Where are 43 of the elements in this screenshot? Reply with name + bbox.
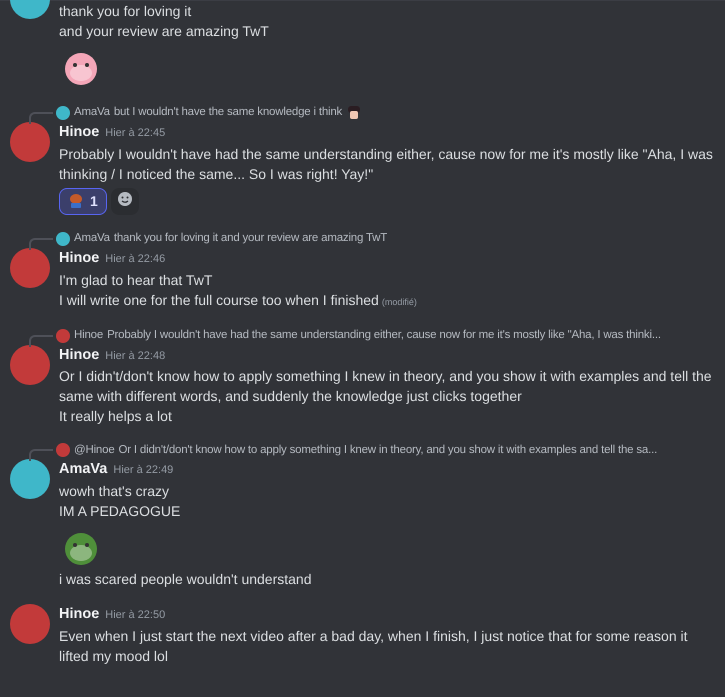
edited-label: (modifié) [382,296,417,306]
reply-author[interactable]: AmaVa [74,230,110,248]
username[interactable]: Hinoe [59,122,100,144]
reply-preview[interactable]: Or I didn't/don't know how to apply something I knew in theory, and you show it with examples and tell the sa... [118,442,658,459]
timestamp: Hier à 22:50 [105,608,166,623]
timestamp: Hier à 22:48 [105,348,166,364]
avatar-circle [56,328,70,342]
username[interactable]: Hinoe [59,604,100,626]
message-text: It really helps a lot [59,408,172,424]
reply-author[interactable]: @Hinoe [74,442,115,459]
message-text: and your review are amazing TwT [59,23,269,39]
username[interactable]: AmaVa [59,459,108,481]
message-text: Or I didn't/don't know how to apply something I knew in theory, and you show it with examples and tell the same with different words, and suddenly the knowledge just clicks together [59,368,712,404]
message-text: thank you for loving it [59,3,192,19]
avatar-circle [56,443,70,458]
emoji-icon [346,105,362,121]
reply-preview[interactable]: Probably I wouldn't have had the same understanding either, cause now for me it's mostly like "Aha, I was thinki... [107,326,661,344]
username[interactable]: Hinoe [59,344,100,366]
reply-author[interactable]: AmaVa [74,104,110,122]
reply-author[interactable]: Hinoe [74,326,104,344]
avatar-circle[interactable] [10,604,50,644]
reply-preview[interactable]: thank you for loving it and your review are amazing TwT [114,230,388,248]
avatar-circle [56,106,70,120]
avatar-circle[interactable] [10,344,50,384]
avatar-circle[interactable] [10,122,50,162]
message-text: IM A PEDAGOGUE [59,503,180,519]
timestamp: Hier à 22:46 [105,252,166,267]
username[interactable]: Hinoe [59,248,100,270]
message-text: i was scared people wouldn't understand [59,571,312,587]
timestamp: Hier à 22:45 [105,126,166,141]
timestamp: Hier à 22:49 [113,463,174,478]
smiley-icon [116,190,133,207]
avatar-circle [56,232,70,246]
message-text: wowh that's crazy [59,483,170,499]
message-text: I will write one for the full course too when I finished [59,292,379,308]
avatar-circle[interactable] [10,248,50,288]
avatar-circle[interactable] [10,459,50,500]
reaction-button[interactable]: 1 [59,188,107,215]
reply-preview[interactable]: but I wouldn't have the same knowledge i think [114,104,342,122]
add-reaction-button[interactable] [110,188,139,215]
message-text: I'm glad to hear that TwT [59,272,212,288]
message-text: Probably I wouldn't have had the same understanding either, cause now for me it's mostly like "Aha, I was thinking / I noticed the same... So I was right! Yay!" [59,146,713,182]
message-text: Even when I just start the next video after a bad day, when I finish, I just notice that for some reason it lifted my mood lol [59,628,688,664]
